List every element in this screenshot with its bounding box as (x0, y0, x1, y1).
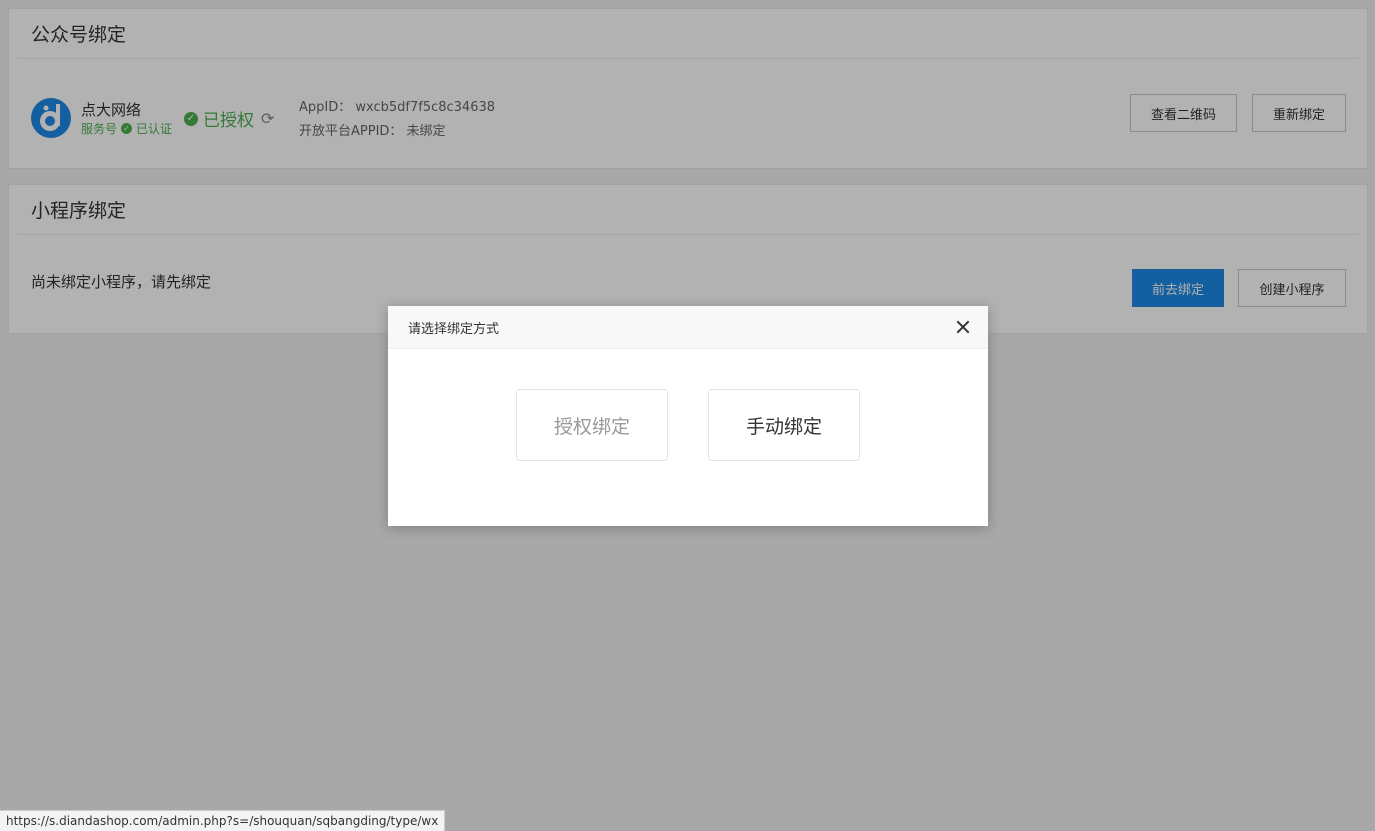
page: 公众号绑定 点大网络 服务号 ✓ 已认证 ✓ 已授权 ⟳ AppID： wxcb… (0, 0, 1375, 831)
bind-method-modal: 请选择绑定方式 授权绑定 手动绑定 (388, 306, 988, 526)
auth-bind-option[interactable]: 授权绑定 (516, 389, 668, 461)
modal-title: 请选择绑定方式 (408, 321, 500, 337)
close-icon[interactable] (954, 318, 972, 336)
modal-header: 请选择绑定方式 (388, 306, 988, 349)
manual-bind-option[interactable]: 手动绑定 (708, 389, 860, 461)
status-bar-url: https://s.diandashop.com/admin.php?s=/sh… (0, 810, 446, 831)
